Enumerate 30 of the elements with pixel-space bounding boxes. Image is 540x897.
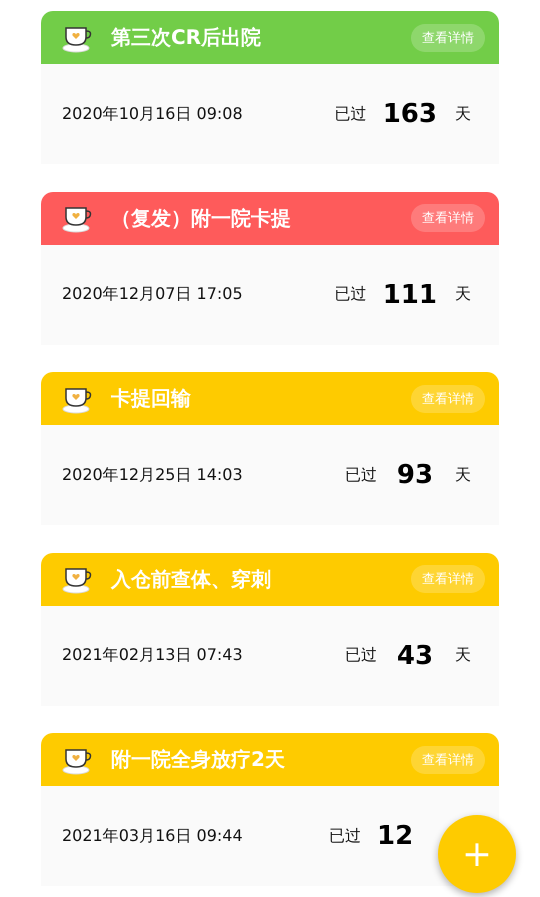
view-details-button[interactable]: 查看详情 [411,565,485,593]
date-text: 2021年03月16日 09:44 [62,826,244,846]
view-details-button[interactable]: 查看详情 [411,746,485,774]
day-unit: 天 [455,104,471,124]
date-text: 2020年12月07日 17:05 [62,284,244,305]
view-details-button[interactable]: 查看详情 [411,384,485,412]
elapsed-label: 已过 [334,284,367,305]
day-count: 111 [382,280,437,310]
date-text: 2021年02月13日 07:43 [62,645,244,666]
card-title: 附一院全身放疗2天 [111,746,286,773]
view-details-button[interactable]: 查看详情 [411,24,485,52]
card-title: 第三次CR后出院 [111,24,262,51]
add-button[interactable]: + [438,815,516,893]
card-title: （复发）附一院卡提 [111,204,292,232]
card-title: 入仓前查体、穿刺 [111,566,272,592]
date-text: 2020年10月16日 09:08 [62,104,244,124]
view-details-button[interactable]: 查看详情 [411,204,485,232]
elapsed-label: 已过 [345,645,377,666]
card-title: 卡提回输 [111,385,192,412]
date-text: 2020年12月25日 14:03 [62,464,244,486]
day-count: 163 [382,99,437,129]
day-unit: 天 [455,464,471,486]
day-unit: 天 [455,645,471,666]
day-count: 43 [396,640,434,670]
day-unit: 天 [455,284,471,305]
elapsed-label: 已过 [345,464,377,486]
day-count: 12 [377,821,414,851]
elapsed-label: 已过 [329,826,361,846]
day-count: 93 [396,460,434,490]
elapsed-label: 已过 [334,104,367,124]
